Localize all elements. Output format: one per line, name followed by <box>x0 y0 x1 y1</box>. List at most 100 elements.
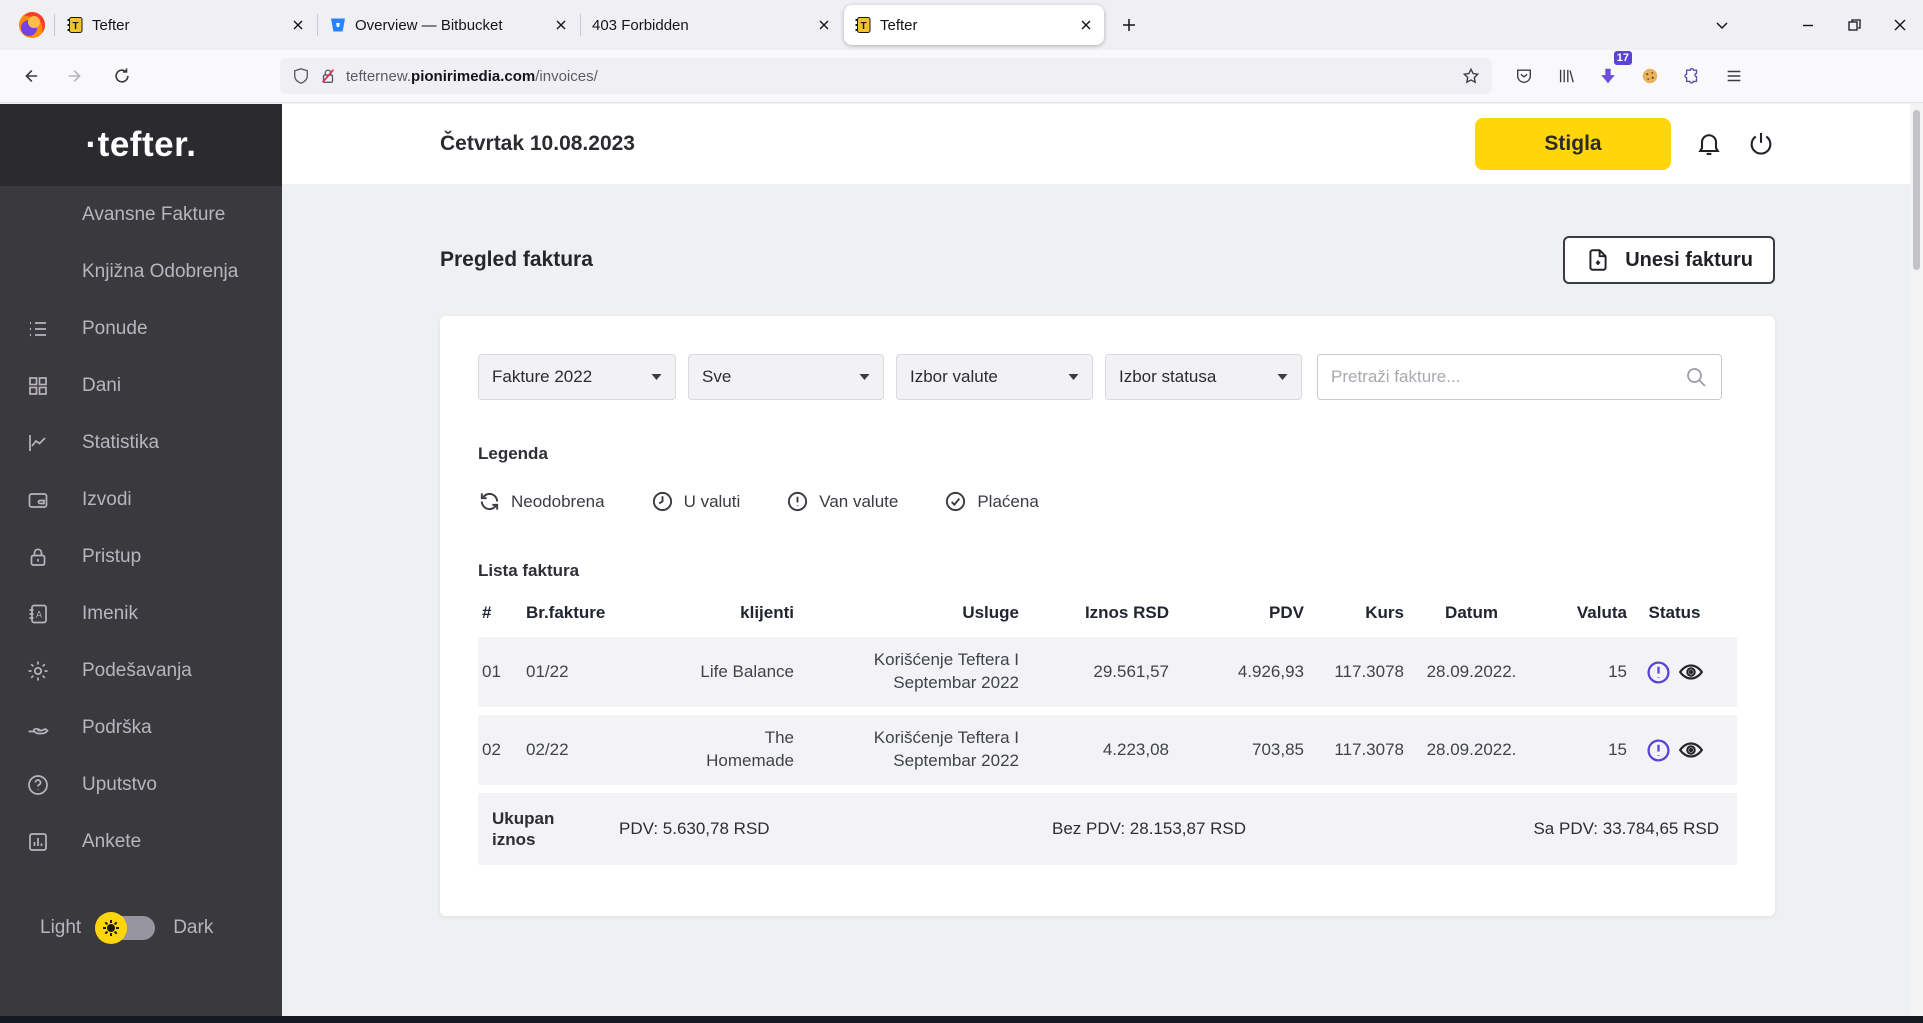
chevron-down-icon <box>651 374 662 380</box>
tab-tefter-active[interactable]: T Tefter <box>844 5 1104 45</box>
url-bar[interactable]: tefternew.pionirimedia.com/invoices/ <box>280 58 1492 94</box>
sidebar-item-avansne-fakture[interactable]: Avansne Fakture <box>0 186 282 243</box>
scrollbar-thumb[interactable] <box>1913 110 1920 270</box>
main-area: Četvrtak 10.08.2023 Stigla Pregled faktu… <box>282 104 1923 1016</box>
sidebar-item-dani[interactable]: Dani <box>0 357 282 414</box>
tab-bitbucket[interactable]: Overview — Bitbucket <box>319 5 579 45</box>
app-header: Četvrtak 10.08.2023 Stigla <box>282 104 1923 184</box>
sidebar-item-label: Avansne Fakture <box>82 203 226 225</box>
forward-button[interactable] <box>58 58 94 94</box>
page-title: Pregled faktura <box>440 248 593 271</box>
list-all-tabs-button[interactable] <box>1699 5 1745 45</box>
table-row[interactable]: 02 02/22 The Homemade Korišćenje Teftera… <box>478 715 1737 785</box>
app-menu-button[interactable] <box>1716 58 1752 94</box>
notifications-button[interactable] <box>1695 130 1723 158</box>
download-arrow-icon <box>1601 68 1615 84</box>
sidebar-item-statistika[interactable]: Statistika <box>0 414 282 471</box>
chevron-down-icon <box>859 374 870 380</box>
sidebar-item-podrska[interactable]: Podrška <box>0 699 282 756</box>
firefox-menu-button[interactable] <box>10 5 54 45</box>
toggle-knob <box>95 912 128 944</box>
svg-text:T: T <box>860 21 866 32</box>
search-icon[interactable] <box>1684 365 1708 389</box>
nav-buttons <box>12 58 280 94</box>
tab-close-icon[interactable] <box>553 17 569 33</box>
view-invoice-eye-icon[interactable] <box>1678 659 1704 685</box>
reload-button[interactable] <box>104 58 140 94</box>
pocket-button[interactable] <box>1506 58 1542 94</box>
bitbucket-favicon <box>331 18 345 32</box>
cell-valuta: 15 <box>1608 662 1627 681</box>
totals-pdv: PDV: 5.630,78 RSD <box>619 819 770 838</box>
cookie-extension-button[interactable] <box>1632 58 1668 94</box>
sidebar-item-izvodi[interactable]: Izvodi <box>0 471 282 528</box>
search-input[interactable] <box>1331 367 1684 387</box>
type-filter-dropdown[interactable]: Sve <box>688 354 884 400</box>
year-filter-dropdown[interactable]: Fakture 2022 <box>478 354 676 400</box>
window-minimize-button[interactable] <box>1785 5 1831 45</box>
bookmark-star-icon[interactable] <box>1462 67 1480 85</box>
add-invoice-button[interactable]: Unesi fakturu <box>1563 236 1775 284</box>
logout-button[interactable] <box>1747 130 1775 158</box>
sidebar-item-label: Pristup <box>82 545 142 567</box>
refresh-icon <box>480 492 499 511</box>
theme-toggle-switch[interactable] <box>95 912 156 944</box>
status-van-valute-icon[interactable] <box>1646 660 1671 685</box>
sidebar-item-knjizna-odobrenja[interactable]: Knjižna Odobrenja <box>0 243 282 300</box>
toolbar-extensions: 17 <box>1506 51 1752 94</box>
tab-403-forbidden[interactable]: 403 Forbidden <box>582 5 842 45</box>
app-logo[interactable]: ·tefter. <box>0 104 282 186</box>
tab-tefter-1[interactable]: T Tefter <box>56 5 316 45</box>
sidebar-item-ponude[interactable]: Ponude <box>0 300 282 357</box>
status-van-valute-icon[interactable] <box>1646 738 1671 763</box>
sidebar-item-pristup[interactable]: Pristup <box>0 528 282 585</box>
theme-light-label: Light <box>40 917 82 938</box>
bell-icon <box>1698 134 1720 155</box>
window-restore-button[interactable] <box>1831 5 1877 45</box>
sidebar-item-label: Ankete <box>82 830 142 852</box>
tab-close-icon[interactable] <box>290 17 306 33</box>
clock-icon <box>652 491 672 512</box>
page-scrollbar[interactable] <box>1910 104 1923 1016</box>
cell-datum: 28.09.2022. <box>1426 662 1517 681</box>
totals-label: Ukupan iznos <box>492 808 555 849</box>
check-circle-icon <box>946 491 966 512</box>
current-date: Četvrtak 10.08.2023 <box>440 132 635 155</box>
sidebar-item-podesavanja[interactable]: Podešavanja <box>0 642 282 699</box>
sidebar-item-label: Knjižna Odobrenja <box>82 260 239 282</box>
new-tab-button[interactable] <box>1111 7 1147 43</box>
insecure-lock-icon <box>321 69 335 83</box>
col-header-br-fakture: Br.fakture <box>526 603 606 622</box>
col-header-iznos-rsd: Iznos RSD <box>1084 603 1169 622</box>
chevron-down-icon <box>1068 374 1079 380</box>
tab-close-icon[interactable] <box>1078 17 1094 33</box>
window-close-button[interactable] <box>1877 5 1923 45</box>
tab-close-icon[interactable] <box>816 17 832 33</box>
grid-icon <box>24 374 52 398</box>
minimize-icon <box>1803 24 1813 27</box>
tab-title: Tefter <box>880 16 918 34</box>
col-header-pdv: PDV <box>1269 603 1304 622</box>
file-plus-icon <box>1589 249 1607 271</box>
sidebar-item-ankete[interactable]: Ankete <box>0 813 282 870</box>
reload-icon <box>115 68 129 83</box>
table-row[interactable]: 01 01/22 Life Balance Korišćenje Teftera… <box>478 637 1737 707</box>
sidebar-item-label: Imenik <box>82 602 138 624</box>
extensions-button[interactable] <box>1674 58 1710 94</box>
list-icon <box>24 317 52 341</box>
totals-sa-pdv: Sa PDV: 33.784,65 RSD <box>1533 819 1719 838</box>
invoices-card: Fakture 2022 Sve Izbor valute Izbor stat… <box>440 316 1775 916</box>
stigla-status-button[interactable]: Stigla <box>1475 118 1671 170</box>
downloads-button[interactable]: 17 <box>1590 51 1632 94</box>
library-button[interactable] <box>1548 58 1584 94</box>
shield-permissions-icon <box>294 68 308 84</box>
sidebar-item-uputstvo[interactable]: Uputstvo <box>0 756 282 813</box>
download-count-badge: 17 <box>1613 51 1632 65</box>
status-filter-dropdown[interactable]: Izbor statusa <box>1105 354 1302 400</box>
add-invoice-label: Unesi fakturu <box>1625 248 1753 271</box>
firefox-icon <box>19 12 45 38</box>
currency-filter-dropdown[interactable]: Izbor valute <box>896 354 1093 400</box>
view-invoice-eye-icon[interactable] <box>1678 737 1704 763</box>
back-button[interactable] <box>12 58 48 94</box>
sidebar-item-imenik[interactable]: A Imenik <box>0 585 282 642</box>
